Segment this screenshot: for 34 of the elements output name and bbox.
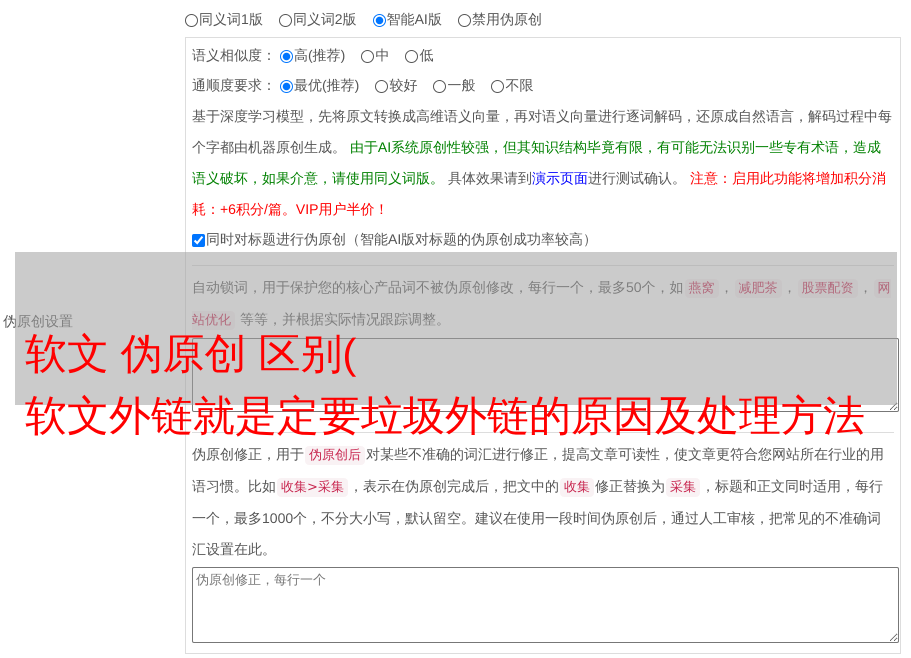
radio-button[interactable] (491, 80, 504, 92)
radio-label[interactable]: 低 (419, 47, 434, 65)
radio-label[interactable]: 一般 (447, 77, 476, 95)
checkbox[interactable] (192, 234, 205, 246)
demo-page-link[interactable]: 演示页面 (532, 170, 588, 186)
radio-button[interactable] (375, 80, 388, 92)
radio-button[interactable] (278, 14, 292, 26)
description-text: 自动锁词，用于保护您的核心产品词不被伪原创修改，每行一个，最多50个，如 燕窝 ， 减肥茶 ， 股票配资 ， 网站优化 等等，并根据实际情况跟踪调整。 (192, 278, 892, 332)
radio-button[interactable] (433, 80, 446, 92)
radio-label[interactable]: 智能AI版 (386, 11, 442, 29)
checkbox-label[interactable]: 同时对标题进行伪原创（智能AI版对标题的伪原创成功率较高） (206, 231, 598, 249)
radio-button[interactable] (361, 50, 374, 62)
field-label: 语义相似度： (192, 47, 276, 65)
radio-label[interactable]: 较好 (389, 77, 418, 95)
radio-button[interactable] (280, 50, 293, 62)
radio-label[interactable]: 中 (375, 47, 390, 65)
radio-label[interactable]: 同义词1版 (199, 11, 263, 29)
corrections-field[interactable]: 伪原创修正，每行一个 (192, 567, 899, 643)
radio-label[interactable]: 不限 (505, 77, 534, 95)
overlay-title: 软文外链就是定要垃圾外链的原因及处理方法 (25, 393, 865, 439)
radio-label[interactable]: 最优(推荐) (294, 77, 360, 95)
field-label: 通顺度要求： (192, 77, 276, 95)
radio-button[interactable] (458, 14, 471, 26)
radio-label[interactable]: 同义词2版 (292, 11, 357, 29)
radio-button[interactable] (405, 50, 418, 62)
radio-button[interactable] (185, 14, 198, 26)
overlay-title: 软文 伪原创 区别( (25, 331, 356, 377)
radio-button[interactable] (372, 14, 386, 26)
radio-label[interactable]: 高(推荐) (294, 47, 346, 65)
description-text: 伪原创修正，用于 伪原创后 对某些不准确的词汇进行修正，提高文章可读性，使文章更符合您网站所在行业的用语习惯。比如 收集>采集 ，表示在伪原创完成后，把文中的 收集 修正替换为 采集 ，标题和正文同时适用，每行一个，最多1000个，不分大小写，默认留空。建议在使用一段时间伪原创后，通过人工审核，把常见的不准确词汇设置在此。 (192, 445, 885, 559)
radio-button[interactable] (280, 80, 293, 92)
description-text: 基于深度学习模型，先将原文转换成高维语义向量，再对语义向量进行逐词解码，还原成自然语言，解码过程中每个字都由机器原创生成。 由于AI系统原创性较强，但其知识结构毕竟有限，有可能无法识别一些专有术语，造成语义破坏，如果介意，请使用同义词版。 具体效果请到演示页面进行测试确认。 注意：启用此功能将增加积分消耗：+6积分/篇。VIP用户半价！ (192, 107, 893, 219)
radio-label[interactable]: 禁用伪原创 (472, 11, 542, 29)
section-label: 伪原创设置 (3, 313, 73, 331)
